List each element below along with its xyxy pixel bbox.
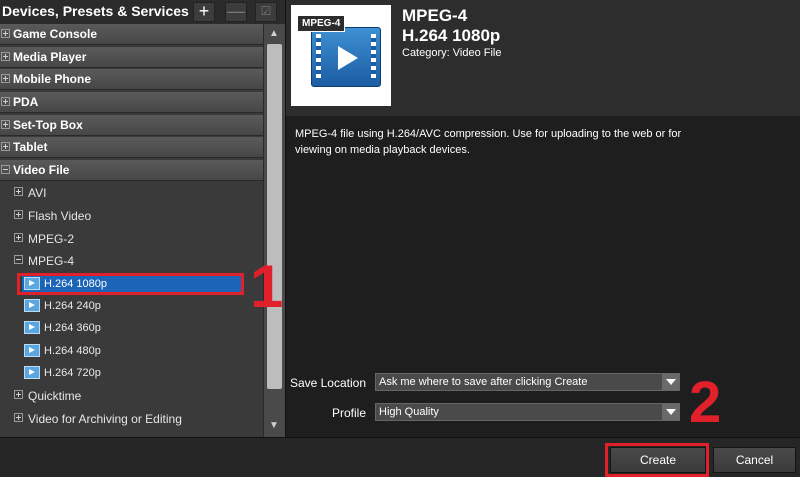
- category-tablet[interactable]: Tablet: [0, 137, 263, 158]
- annotation-highlight-1: [17, 273, 244, 295]
- video-file-icon: [311, 27, 381, 87]
- presets-panel-header: Devices, Presets & Services + — ☑: [0, 0, 285, 24]
- profile-label: Profile: [331, 406, 366, 420]
- expand-icon[interactable]: [1, 52, 10, 61]
- expand-icon[interactable]: [1, 97, 10, 106]
- save-location-value: Ask me where to save after clicking Crea…: [379, 376, 588, 388]
- tree-item-label: AVI: [28, 186, 47, 200]
- scrollbar-thumb[interactable]: [267, 44, 282, 389]
- category-label: Mobile Phone: [13, 72, 91, 86]
- expand-icon[interactable]: [14, 233, 23, 242]
- tree-item-avi[interactable]: AVI: [0, 182, 263, 204]
- expand-icon[interactable]: [1, 29, 10, 38]
- preset-label: H.264 240p: [44, 300, 101, 312]
- scroll-down-icon[interactable]: ▼: [269, 420, 279, 431]
- scroll-up-icon[interactable]: ▲: [269, 28, 279, 39]
- cancel-button[interactable]: Cancel: [713, 447, 796, 473]
- tree-item-quicktime[interactable]: Quicktime: [0, 385, 263, 407]
- video-preset-icon: [24, 321, 40, 334]
- preset-tree: Game Console Media Player Mobile Phone P…: [0, 24, 263, 437]
- video-preset-icon: [24, 366, 40, 379]
- tree-item-flash-video[interactable]: Flash Video: [0, 205, 263, 227]
- tree-item-label: MPEG-2: [28, 232, 75, 246]
- preset-h264-240p[interactable]: H.264 240p: [22, 296, 242, 316]
- expand-icon[interactable]: [14, 390, 23, 399]
- tree-item-video-for-archiving[interactable]: Video for Archiving or Editing: [0, 408, 263, 430]
- format-badge: MPEG-4: [297, 15, 346, 32]
- category-mobile-phone[interactable]: Mobile Phone: [0, 69, 263, 90]
- category-set-top-box[interactable]: Set-Top Box: [0, 115, 263, 136]
- tree-item-label: Quicktime: [28, 389, 82, 403]
- tree-item-label: MPEG-4: [28, 254, 75, 268]
- category-label: Game Console: [13, 27, 98, 41]
- preset-h264-360p[interactable]: H.264 360p: [22, 318, 242, 338]
- preset-label: H.264 480p: [44, 345, 101, 357]
- preset-h264-480p[interactable]: H.264 480p: [22, 341, 242, 361]
- category-label: Video File: [13, 163, 70, 177]
- add-preset-button[interactable]: +: [193, 2, 215, 22]
- expand-icon[interactable]: [14, 413, 23, 422]
- tree-item-mpeg-4[interactable]: MPEG-4: [0, 250, 263, 272]
- edit-preset-button[interactable]: ☑: [255, 2, 277, 22]
- category-video-file[interactable]: Video File: [0, 160, 263, 181]
- annotation-highlight-2: [605, 443, 709, 477]
- expand-icon[interactable]: [14, 210, 23, 219]
- expand-icon[interactable]: [1, 142, 10, 151]
- preset-h264-720p[interactable]: H.264 720p: [22, 363, 242, 383]
- collapse-icon[interactable]: [1, 165, 10, 174]
- expand-icon[interactable]: [14, 187, 23, 196]
- preset-format-title: MPEG-4: [402, 6, 468, 25]
- annotation-number-1: 1: [250, 253, 284, 320]
- profile-select[interactable]: High Quality: [375, 403, 680, 421]
- category-label: Media Player: [13, 50, 87, 64]
- expand-icon[interactable]: [1, 74, 10, 83]
- annotation-number-2: 2: [689, 370, 722, 435]
- tree-item-mpeg-2[interactable]: MPEG-2: [0, 228, 263, 250]
- preset-description: MPEG-4 file using H.264/AVC compression.…: [295, 128, 682, 156]
- profile-value: High Quality: [379, 406, 439, 418]
- tree-item-label: Flash Video: [28, 209, 92, 223]
- category-pda[interactable]: PDA: [0, 92, 263, 113]
- collapse-icon[interactable]: [14, 255, 23, 264]
- preset-info-header: MPEG-4 MPEG-4 H.264 1080p Category: Vide…: [286, 0, 800, 116]
- category-game-console[interactable]: Game Console: [0, 24, 263, 45]
- expand-icon[interactable]: [1, 120, 10, 129]
- save-location-label: Save Location: [289, 376, 366, 390]
- category-label: PDA: [13, 95, 39, 109]
- play-icon: [338, 46, 358, 70]
- preset-category: Category: Video File: [402, 47, 502, 59]
- dropdown-arrow-icon[interactable]: [662, 374, 679, 390]
- save-location-select[interactable]: Ask me where to save after clicking Crea…: [375, 373, 680, 391]
- panel-title: Devices, Presets & Services: [2, 3, 189, 19]
- tree-item-label: Video for Archiving or Editing: [28, 412, 182, 426]
- category-media-player[interactable]: Media Player: [0, 47, 263, 68]
- preset-label: H.264 360p: [44, 322, 101, 334]
- presets-panel: Devices, Presets & Services + — ☑ Game C…: [0, 0, 285, 437]
- tree-scrollbar[interactable]: ▲ ▼: [263, 24, 285, 437]
- preset-label: H.264 720p: [44, 367, 101, 379]
- category-label: Set-Top Box: [13, 118, 83, 132]
- preset-details-panel: MPEG-4 MPEG-4 H.264 1080p Category: Vide…: [285, 0, 800, 437]
- remove-preset-button[interactable]: —: [225, 2, 247, 22]
- video-preset-icon: [24, 344, 40, 357]
- preset-name-title: H.264 1080p: [402, 26, 501, 45]
- video-preset-icon: [24, 299, 40, 312]
- category-label: Tablet: [13, 140, 48, 154]
- preset-thumbnail: MPEG-4: [291, 5, 391, 106]
- dropdown-arrow-icon[interactable]: [662, 404, 679, 420]
